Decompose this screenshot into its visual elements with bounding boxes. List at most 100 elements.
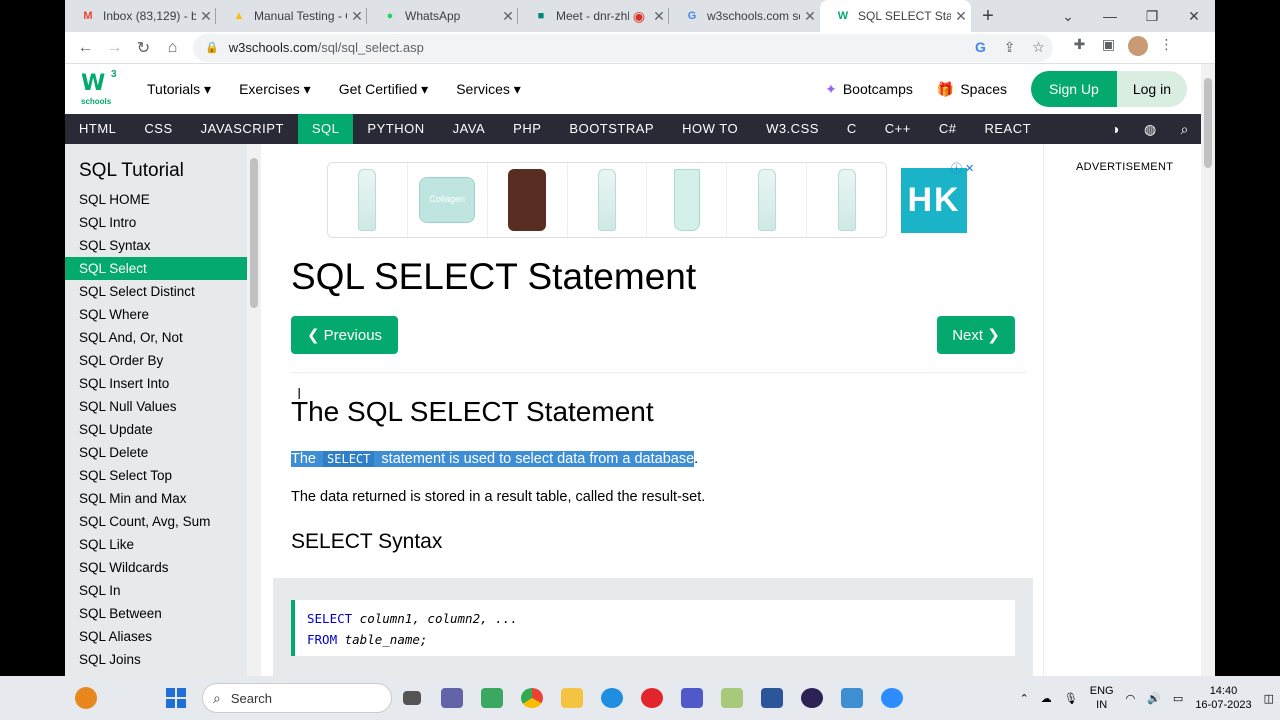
nav-how-to[interactable]: HOW TO xyxy=(668,114,752,144)
home-icon[interactable]: ⌂ xyxy=(158,34,187,62)
chrome-icon[interactable] xyxy=(512,676,552,720)
nav-php[interactable]: PHP xyxy=(499,114,555,144)
sidebar-item[interactable]: SQL Null Values xyxy=(65,395,247,418)
sidebar-item[interactable]: SQL Between xyxy=(65,602,247,625)
opera-icon[interactable] xyxy=(632,676,672,720)
language-indicator[interactable]: ENG IN xyxy=(1090,684,1114,712)
menu-exercises[interactable]: Exercises ▾ xyxy=(239,81,311,98)
nav-cpp[interactable]: C++ xyxy=(871,114,925,144)
tab-google[interactable]: Gw3schools.com sql ✕ xyxy=(669,0,820,32)
start-icon[interactable] xyxy=(156,676,196,720)
sidebar-item[interactable]: SQL Intro xyxy=(65,211,247,234)
tab-whatsapp[interactable]: ● WhatsApp ✕ xyxy=(367,0,518,32)
product-ad-banner[interactable]: Collagen xyxy=(327,162,887,238)
battery-icon[interactable]: ▭ xyxy=(1173,692,1183,705)
forward-icon[interactable]: → xyxy=(100,34,129,62)
volume-icon[interactable]: 🔊 xyxy=(1147,692,1161,705)
restore-icon[interactable]: ❐ xyxy=(1131,0,1173,32)
nav-bootstrap[interactable]: BOOTSTRAP xyxy=(555,114,668,144)
task-view-icon[interactable] xyxy=(392,676,432,720)
back-icon[interactable]: ← xyxy=(71,34,100,62)
profile-avatar[interactable] xyxy=(1123,36,1152,59)
previous-button[interactable]: ❮ Previous xyxy=(291,316,398,354)
new-tab-button[interactable]: + xyxy=(971,0,1005,32)
spaces-link[interactable]: 🎁 Spaces xyxy=(937,81,1007,98)
sidebar-item[interactable]: SQL Like xyxy=(65,533,247,556)
edge-icon[interactable] xyxy=(592,676,632,720)
weather-icon[interactable] xyxy=(66,676,106,720)
side-panel-icon[interactable]: ▣ xyxy=(1094,36,1123,59)
url-input[interactable]: 🔒 w3schools.com/sql/sql_select.asp G ⇪ ☆ xyxy=(193,33,1053,62)
sidebar-item[interactable]: SQL Aliases xyxy=(65,625,247,648)
snipping-icon[interactable] xyxy=(472,676,512,720)
close-tab-icon[interactable]: ✕ xyxy=(498,8,518,25)
close-tab-icon[interactable]: ✕ xyxy=(649,8,669,25)
nav-c[interactable]: C xyxy=(833,114,871,144)
notepad-icon[interactable] xyxy=(832,676,872,720)
search-icon[interactable]: ⌕ xyxy=(1169,114,1201,144)
extensions-icon[interactable]: ✚ xyxy=(1065,36,1094,59)
sidebar-scrollbar[interactable] xyxy=(247,144,261,676)
close-window-icon[interactable]: ✕ xyxy=(1173,0,1215,32)
clock[interactable]: 14:40 16-07-2023 xyxy=(1195,684,1251,712)
chevron-up-icon[interactable]: ⌃ xyxy=(1020,692,1029,705)
contrast-icon[interactable]: ◑ xyxy=(1099,114,1132,144)
tab-sql-select[interactable]: W SQL SELECT Statem✕ xyxy=(820,0,971,32)
sidebar-item[interactable]: SQL Select Distinct xyxy=(65,280,247,303)
sidebar-item[interactable]: SQL Delete xyxy=(65,441,247,464)
close-tab-icon[interactable]: ✕ xyxy=(196,8,216,25)
tab-meet[interactable]: ■ Meet - dnr-zhk ◉ ✕ xyxy=(518,0,669,32)
taskbar-search[interactable]: ⌕ Search xyxy=(202,683,392,713)
code-block[interactable]: SELECT column1, column2, ... FROM table_… xyxy=(291,600,1015,656)
share-icon[interactable]: ⇪ xyxy=(995,39,1024,56)
nav-react[interactable]: REACT xyxy=(971,114,1046,144)
log-in-button[interactable]: Log in xyxy=(1116,71,1187,107)
google-lens-icon[interactable]: G xyxy=(966,39,995,56)
sidebar-item[interactable]: SQL Update xyxy=(65,418,247,441)
notification-icon[interactable]: ◫ xyxy=(1264,692,1274,705)
wifi-icon[interactable]: ◠ xyxy=(1126,692,1136,705)
bootcamps-link[interactable]: ✦ Bootcamps xyxy=(825,81,913,98)
sidebar-item[interactable]: SQL Min and Max xyxy=(65,487,247,510)
page-scrollbar[interactable] xyxy=(1201,64,1215,676)
nav-html[interactable]: HTML xyxy=(65,114,130,144)
globe-icon[interactable]: ◍ xyxy=(1132,114,1169,144)
menu-services[interactable]: Services ▾ xyxy=(456,81,521,98)
next-button[interactable]: Next ❯ xyxy=(937,316,1015,354)
file-explorer-icon[interactable] xyxy=(552,676,592,720)
microphone-icon[interactable]: 🎙 xyxy=(1064,692,1078,705)
sidebar-item[interactable]: SQL Insert Into xyxy=(65,372,247,395)
sidebar-item[interactable]: SQL Select Top xyxy=(65,464,247,487)
nav-sql[interactable]: SQL xyxy=(297,114,354,144)
sign-up-button[interactable]: Sign Up xyxy=(1031,71,1117,107)
teams-icon[interactable] xyxy=(672,676,712,720)
close-tab-icon[interactable]: ✕ xyxy=(800,8,820,25)
teams-chat-icon[interactable] xyxy=(432,676,472,720)
nav-w3css[interactable]: W3.CSS xyxy=(752,114,833,144)
eclipse-icon[interactable] xyxy=(792,676,832,720)
zoom-icon[interactable] xyxy=(872,676,912,720)
menu-get-certified[interactable]: Get Certified ▾ xyxy=(339,81,429,98)
sidebar-item[interactable]: SQL Where xyxy=(65,303,247,326)
ad-close-icon[interactable]: ⓘ ✕ xyxy=(951,160,974,176)
ad-brand-logo[interactable]: HK xyxy=(901,168,967,233)
sidebar-item[interactable]: SQL Order By xyxy=(65,349,247,372)
close-tab-icon[interactable]: ✕ xyxy=(951,8,971,25)
nav-csharp[interactable]: C# xyxy=(925,114,971,144)
tab-search-icon[interactable]: ⌄ xyxy=(1047,0,1089,32)
nav-javascript[interactable]: JAVASCRIPT xyxy=(187,114,298,144)
sidebar-item[interactable]: SQL Syntax xyxy=(65,234,247,257)
nav-java[interactable]: JAVA xyxy=(439,114,500,144)
sidebar-item[interactable]: SQL In xyxy=(65,579,247,602)
notepad-plus-icon[interactable] xyxy=(712,676,752,720)
sidebar-item[interactable]: SQL Wildcards xyxy=(65,556,247,579)
sidebar-item-active[interactable]: SQL Select xyxy=(65,257,247,280)
sidebar-item[interactable]: SQL HOME xyxy=(65,188,247,211)
sidebar-item[interactable]: SQL Joins xyxy=(65,648,247,671)
tab-gmail[interactable]: M Inbox (83,129) - bh ✕ xyxy=(65,0,216,32)
close-tab-icon[interactable]: ✕ xyxy=(347,8,367,25)
sidebar-item[interactable]: SQL And, Or, Not xyxy=(65,326,247,349)
menu-kebab-icon[interactable]: ⋮ xyxy=(1152,36,1181,59)
word-icon[interactable] xyxy=(752,676,792,720)
reload-icon[interactable]: ↻ xyxy=(129,34,158,62)
